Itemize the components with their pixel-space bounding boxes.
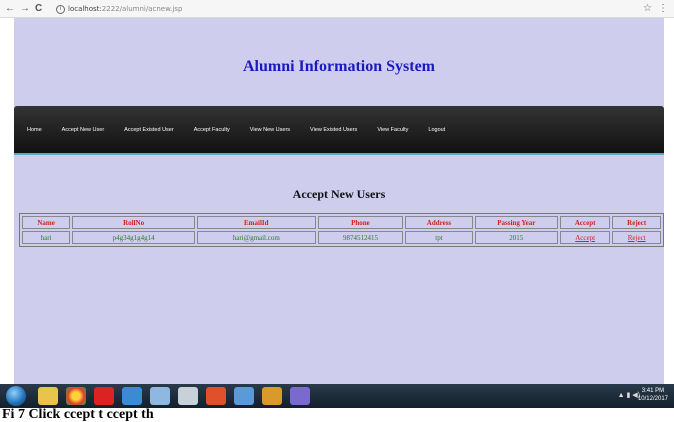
- page-content: Alumni Information System Home Accept Ne…: [14, 18, 664, 384]
- header-passing-year: Passing Year: [474, 216, 558, 229]
- app-title: Alumni Information System: [242, 58, 435, 75]
- system-tray-icons[interactable]: ▲ ▮ ◀): [618, 391, 640, 399]
- cell-phone: 9874512415: [317, 231, 404, 244]
- file-explorer-icon[interactable]: [38, 387, 58, 405]
- back-arrow-icon[interactable]: ←: [5, 2, 15, 16]
- table-row: hari p4g34g1g4g14 hari@gmail.com 9874512…: [22, 231, 661, 244]
- cell-rollno: p4g34g1g4g14: [72, 231, 195, 244]
- header-email: EmailId: [196, 216, 316, 229]
- header-phone: Phone: [317, 216, 404, 229]
- cell-email: hari@gmail.com: [196, 231, 316, 244]
- paint-icon[interactable]: [178, 387, 198, 405]
- pdf-reader-icon[interactable]: [94, 387, 114, 405]
- url-host: localhost:: [68, 5, 102, 13]
- nav-accept-new-user[interactable]: Accept New User: [62, 127, 105, 133]
- cell-name: hari: [22, 231, 71, 244]
- browser-menu-icon[interactable]: ⋮: [658, 2, 668, 16]
- header-reject: Reject: [612, 216, 661, 229]
- cell-address: tpt: [405, 231, 473, 244]
- header-rollno: RollNo: [72, 216, 195, 229]
- header-address: Address: [405, 216, 473, 229]
- nav-logout[interactable]: Logout: [428, 127, 445, 133]
- folder-icon[interactable]: [150, 387, 170, 405]
- media-player-icon[interactable]: [290, 387, 310, 405]
- window-app-icon[interactable]: [234, 387, 254, 405]
- clock-time: 3:41 PM: [641, 388, 665, 394]
- forward-arrow-icon[interactable]: →: [20, 2, 30, 16]
- bookmark-star-icon[interactable]: ☆: [643, 2, 652, 16]
- taskbar-clock[interactable]: 3:41 PM 10/12/2017: [638, 387, 668, 403]
- url-path: 2222/alumni/acnew.jsp: [101, 5, 183, 13]
- header-name: Name: [22, 216, 71, 229]
- address-bar[interactable]: i localhost:2222/alumni/acnew.jsp: [56, 2, 182, 16]
- info-icon: i: [56, 4, 65, 14]
- cell-passing-year: 2015: [474, 231, 558, 244]
- clock-date: 10/12/2017: [637, 396, 668, 402]
- nav-view-new-users[interactable]: View New Users: [250, 127, 290, 133]
- nav-accept-existed-user[interactable]: Accept Existed User: [124, 127, 174, 133]
- nav-view-existed-users[interactable]: View Existed Users: [310, 127, 357, 133]
- nav-view-faculty[interactable]: View Faculty: [377, 127, 408, 133]
- section-title: Accept New Users: [292, 187, 386, 201]
- settings-app-icon[interactable]: [262, 387, 282, 405]
- nav-accept-faculty[interactable]: Accept Faculty: [194, 127, 230, 133]
- figure-caption: Fi 7 Click ccept t ccept th: [2, 407, 154, 422]
- reject-link[interactable]: Reject: [628, 234, 646, 242]
- chrome-icon[interactable]: [66, 387, 86, 405]
- office-app-icon[interactable]: [206, 387, 226, 405]
- main-navbar: Home Accept New User Accept Existed User…: [14, 106, 664, 155]
- users-table: Name RollNo EmailId Phone Address Passin…: [19, 213, 664, 247]
- accept-link[interactable]: Accept: [575, 234, 595, 242]
- nav-home[interactable]: Home: [27, 127, 42, 133]
- internet-explorer-icon[interactable]: [122, 387, 142, 405]
- start-button-icon[interactable]: [6, 386, 26, 406]
- cell-reject: Reject: [612, 231, 661, 244]
- table-header-row: Name RollNo EmailId Phone Address Passin…: [22, 216, 661, 229]
- cell-accept: Accept: [559, 231, 611, 244]
- reload-icon[interactable]: C: [35, 2, 42, 16]
- os-taskbar: ▲ ▮ ◀) 3:41 PM 10/12/2017: [0, 384, 674, 408]
- browser-toolbar: ← → C i localhost:2222/alumni/acnew.jsp ☆…: [0, 0, 674, 18]
- header-accept: Accept: [559, 216, 611, 229]
